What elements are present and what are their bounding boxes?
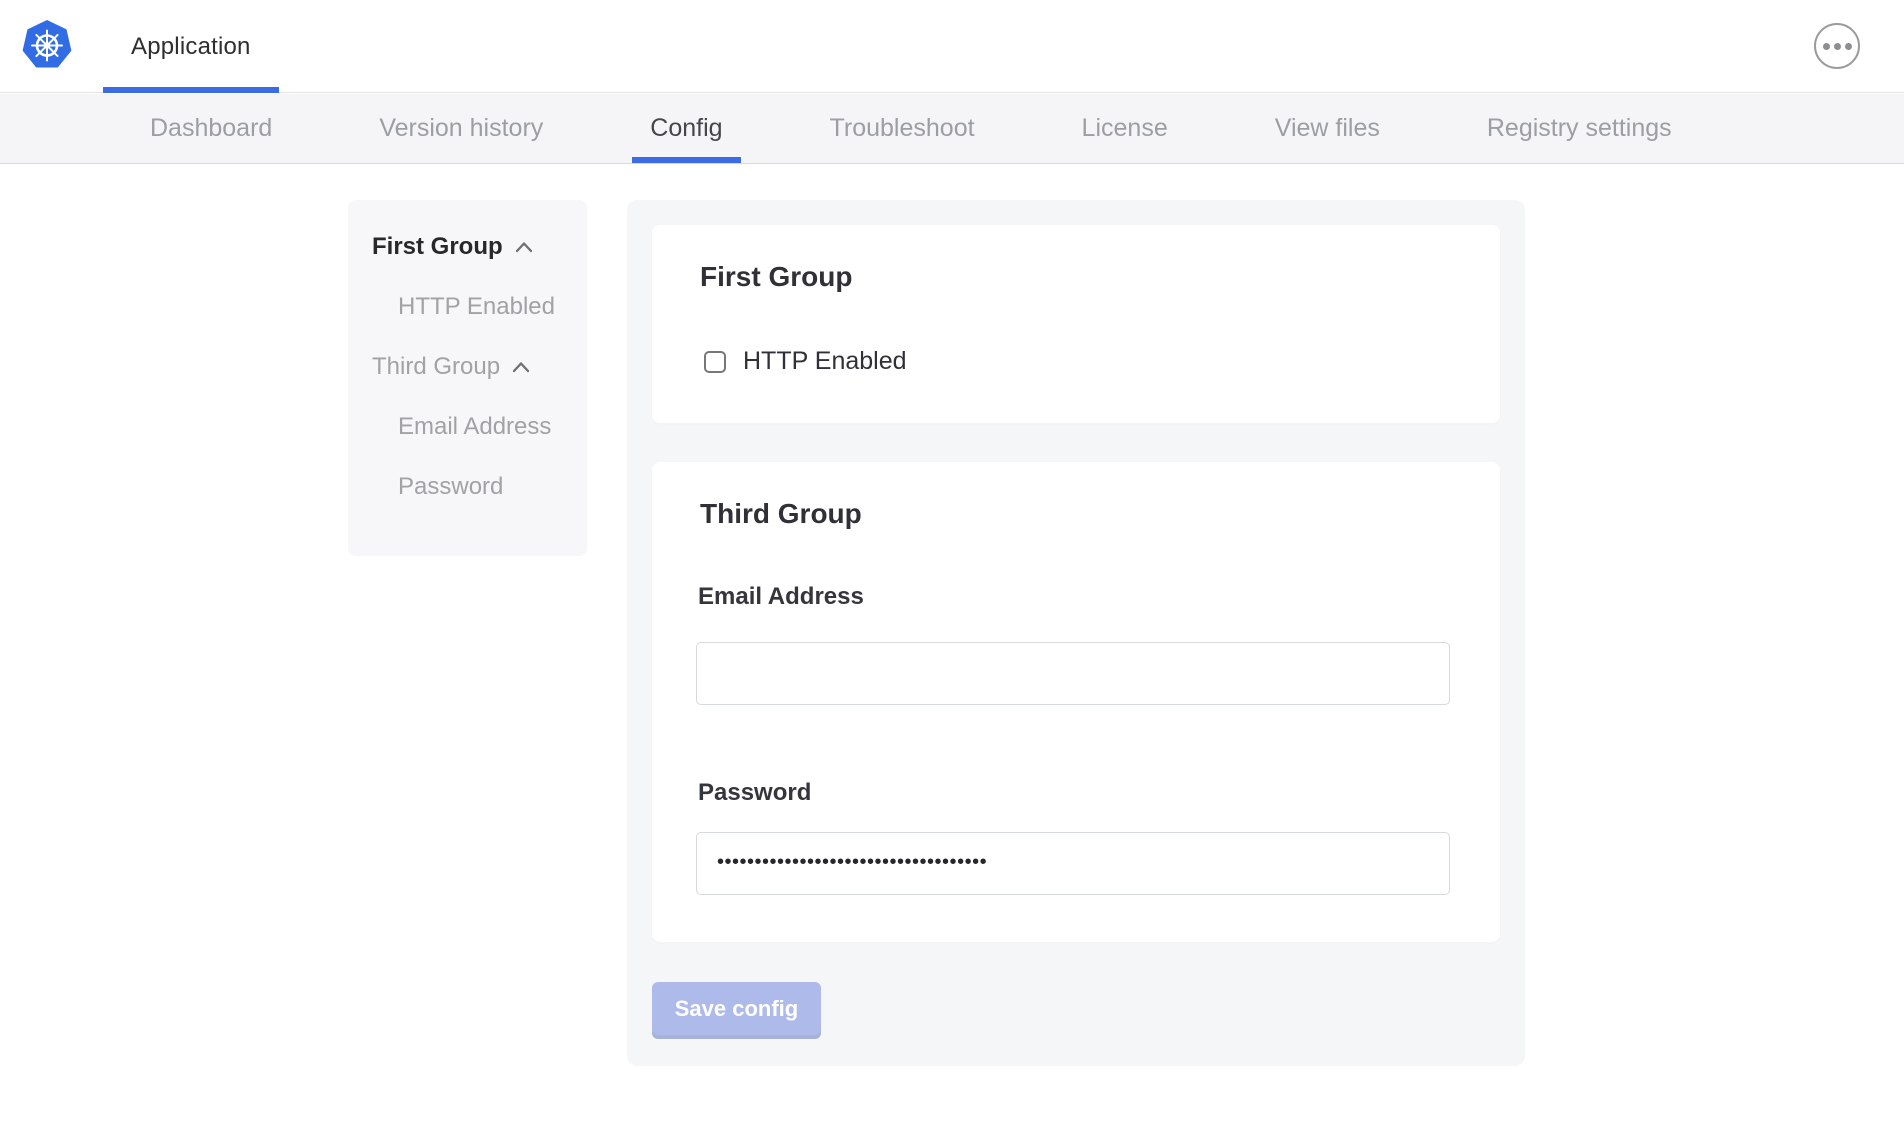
group-title-third: Third Group bbox=[700, 498, 862, 530]
config-groups-sidebar: First Group HTTP Enabled Third Group Ema… bbox=[348, 200, 587, 556]
app-subnav: Dashboard Version history Config Trouble… bbox=[0, 94, 1904, 164]
http-enabled-label: HTTP Enabled bbox=[743, 347, 907, 376]
active-tab-underline bbox=[103, 87, 279, 93]
config-group-card-third: Third Group Email Address Password •••••… bbox=[652, 462, 1500, 942]
overflow-menu-button[interactable] bbox=[1814, 23, 1860, 69]
config-panel: First Group HTTP Enabled Third Group Ema… bbox=[627, 200, 1525, 1066]
tab-version-history[interactable]: Version history bbox=[379, 94, 543, 163]
admin-console-page: Application Dashboard Version history Co… bbox=[0, 0, 1904, 1122]
save-config-button[interactable]: Save config bbox=[652, 982, 821, 1035]
http-enabled-checkbox[interactable] bbox=[704, 351, 726, 373]
ellipsis-dot bbox=[1834, 43, 1841, 50]
ellipsis-dot bbox=[1823, 43, 1830, 50]
app-header: Application bbox=[0, 0, 1904, 93]
tab-troubleshoot[interactable]: Troubleshoot bbox=[830, 94, 975, 163]
tab-view-files[interactable]: View files bbox=[1275, 94, 1380, 163]
password-label: Password bbox=[698, 779, 811, 807]
tab-config[interactable]: Config bbox=[650, 94, 722, 163]
chevron-up-icon bbox=[513, 238, 535, 256]
tab-application-label: Application bbox=[131, 33, 251, 61]
sidebar-item-http-enabled[interactable]: HTTP Enabled bbox=[372, 293, 569, 321]
kubernetes-logo-icon bbox=[22, 20, 72, 70]
http-enabled-checkbox-row[interactable]: HTTP Enabled bbox=[704, 347, 907, 376]
sidebar-item-password[interactable]: Password bbox=[372, 473, 569, 501]
sidebar-item-first-group[interactable]: First Group bbox=[372, 233, 569, 261]
email-input[interactable] bbox=[696, 642, 1450, 705]
email-address-label: Email Address bbox=[698, 583, 864, 611]
sidebar-item-email-address[interactable]: Email Address bbox=[372, 413, 569, 441]
password-masked-value: •••••••••••••••••••••••••••••••••••• bbox=[717, 852, 987, 872]
sidebar-item-third-group[interactable]: Third Group bbox=[372, 353, 569, 381]
tab-license[interactable]: License bbox=[1082, 94, 1168, 163]
tab-registry-settings[interactable]: Registry settings bbox=[1487, 94, 1672, 163]
tab-application[interactable]: Application bbox=[103, 0, 279, 93]
ellipsis-dot bbox=[1845, 43, 1852, 50]
tab-dashboard[interactable]: Dashboard bbox=[150, 94, 272, 163]
group-title-first: First Group bbox=[700, 261, 852, 293]
chevron-up-icon bbox=[510, 358, 532, 376]
password-input[interactable]: •••••••••••••••••••••••••••••••••••• bbox=[696, 832, 1450, 895]
config-group-card-first: First Group HTTP Enabled bbox=[652, 225, 1500, 423]
